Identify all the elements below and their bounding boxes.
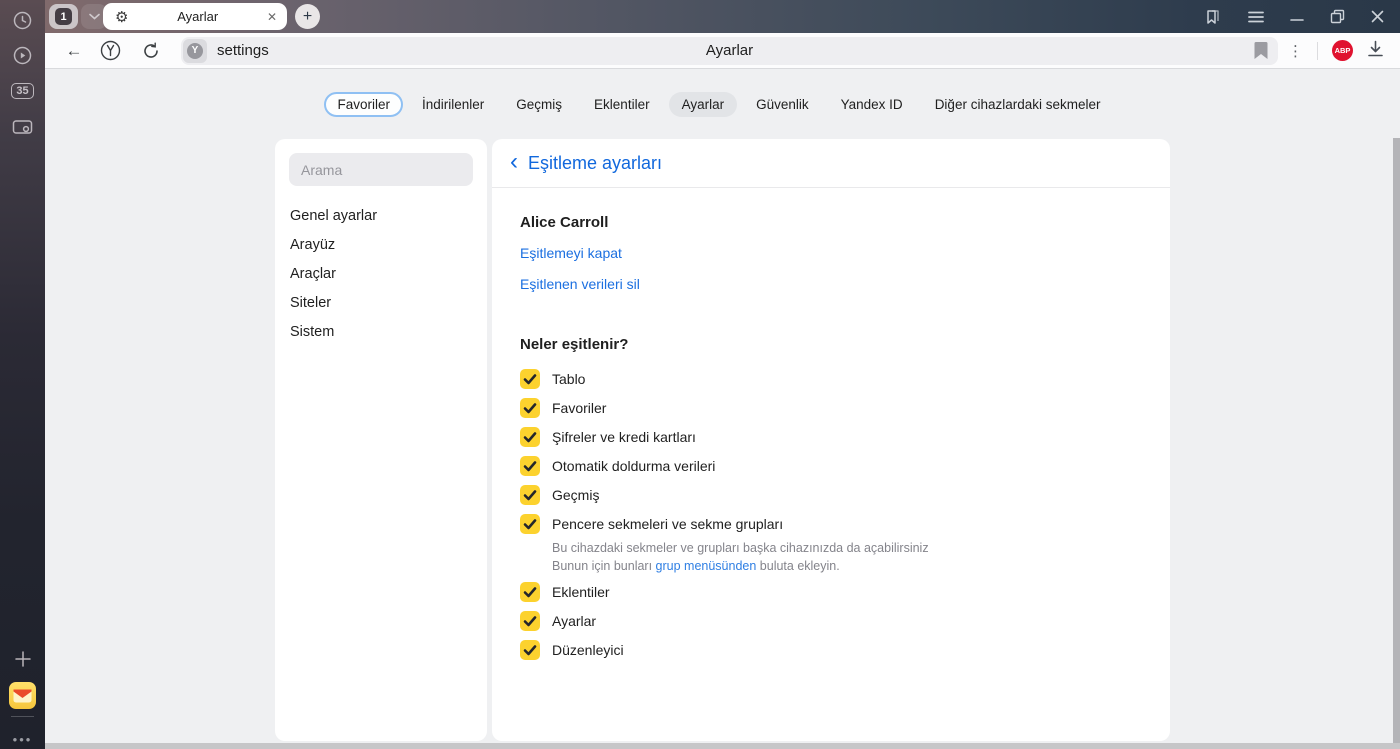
screencast-icon[interactable] (0, 110, 45, 144)
page-favicon: Y (183, 38, 207, 63)
yandex-button[interactable] (89, 40, 131, 61)
abp-label: ABP (1334, 46, 1351, 55)
sync-option-gecmis[interactable]: Geçmiş (520, 485, 1142, 505)
checkbox-checked-icon[interactable] (520, 582, 540, 602)
checkbox-checked-icon[interactable] (520, 514, 540, 534)
side-panels-icon[interactable] (1204, 8, 1222, 26)
checkbox-label: Ayarlar (552, 613, 597, 629)
sync-items-section-title: Neler eşitlenir? (520, 336, 629, 353)
page-title: Ayarlar (705, 42, 754, 59)
yandex-mail-icon[interactable] (0, 678, 45, 712)
browser-window: 35 ••• 1 ⚙ Ayarlar ✕ + ← Y settings Ayar… (0, 0, 1400, 749)
new-tab-button[interactable]: + (295, 4, 320, 29)
checkbox-checked-icon[interactable] (520, 427, 540, 447)
minimize-icon[interactable] (1290, 11, 1304, 23)
checkbox-checked-icon[interactable] (520, 456, 540, 476)
sync-option-sifreler-ve-kredi-kartlari[interactable]: Şifreler ve kredi kartları (520, 427, 1142, 447)
history-icon[interactable] (0, 3, 45, 37)
checkbox-label: Pencere sekmeleri ve sekme grupları (552, 516, 784, 532)
checkbox-checked-icon[interactable] (520, 485, 540, 505)
bookmark-flag-icon[interactable] (1254, 41, 1268, 64)
settings-sidebar-panel: Genel ayarlarArayüzAraçlarSitelerSistem (275, 139, 487, 741)
checkbox-checked-icon[interactable] (520, 640, 540, 660)
tabs-count-label: 35 (11, 83, 34, 99)
restore-window-icon[interactable] (1330, 9, 1345, 24)
checkbox-label: Tablo (552, 371, 586, 387)
url-field[interactable]: Y settings Ayarlar (181, 36, 1278, 65)
checkbox-label: Düzenleyici (552, 642, 624, 658)
sync-settings-header[interactable]: ‹ Eşitleme ayarları (492, 139, 1170, 188)
checkbox-label: Otomatik doldurma verileri (552, 458, 716, 474)
plus-icon: + (302, 7, 313, 25)
settings-menu-item-genel-ayarlar[interactable]: Genel ayarlar (275, 202, 487, 231)
settings-page: Favoriler İndirilenler Geçmiş Eklentiler Aya… (45, 69, 1400, 749)
checkbox-label: Şifreler ve kredi kartları (552, 429, 696, 445)
sync-option-eklentiler[interactable]: Eklentiler (520, 582, 1142, 602)
checkbox-checked-icon[interactable] (520, 369, 540, 389)
toolbar-divider (1317, 41, 1318, 60)
settings-menu-item-siteler[interactable]: Siteler (275, 289, 487, 318)
close-window-icon[interactable] (1371, 10, 1384, 23)
tab-count: 1 (55, 8, 72, 25)
checkbox-label: Geçmiş (552, 487, 600, 503)
play-music-icon[interactable] (0, 38, 45, 72)
account-name: Alice Carroll (520, 214, 609, 231)
nav-tab-eklentiler[interactable]: Eklentiler (581, 92, 663, 117)
sidebar-divider (11, 716, 34, 717)
settings-menu-item-araclar[interactable]: Araçlar (275, 260, 487, 289)
sync-settings-panel: ‹ Eşitleme ayarları Alice Carroll Eşitle… (492, 139, 1170, 741)
delete-synced-data-link[interactable]: Eşitlenen verileri sil (520, 276, 1142, 292)
sync-option-favoriler[interactable]: Favoriler (520, 398, 1142, 418)
nav-tab-ayarlar[interactable]: Ayarlar (668, 92, 738, 117)
nav-tab-guvenlik[interactable]: Güvenlik (743, 92, 822, 117)
checkbox-checked-icon[interactable] (520, 398, 540, 418)
reload-button[interactable] (131, 42, 171, 60)
nav-tab-yandex-id[interactable]: Yandex ID (828, 92, 916, 117)
more-options-icon[interactable]: ••• (0, 722, 45, 749)
browser-side-panel: 35 ••• (0, 0, 45, 749)
checkbox-label: Favoriler (552, 400, 607, 416)
tab-groups-button[interactable]: 1 (49, 4, 78, 29)
back-button[interactable]: ← (59, 41, 89, 61)
nav-tab-gecmis[interactable]: Geçmiş (503, 92, 575, 117)
settings-search-input[interactable] (289, 153, 473, 186)
settings-nav-tabs: Favoriler İndirilenler Geçmiş Eklentiler Aya… (45, 92, 1393, 117)
settings-menu-list: Genel ayarlar Arayüz Araçlar Siteler Sistem (275, 202, 487, 347)
settings-gear-icon: ⚙ (115, 8, 129, 26)
group-menu-link[interactable]: grup menüsünden (656, 559, 757, 573)
downloads-icon[interactable] (1367, 40, 1384, 62)
settings-menu-item-sistem[interactable]: Sistem (275, 318, 487, 347)
adblock-plus-icon[interactable]: ABP (1332, 40, 1353, 61)
add-panel-icon[interactable] (0, 642, 45, 676)
sync-option-tablo[interactable]: Tablo (520, 369, 1142, 389)
address-bar: ← Y settings Ayarlar ⋮ ABP (45, 33, 1400, 69)
horizontal-scrollbar[interactable] (45, 743, 1400, 749)
active-tab[interactable]: ⚙ Ayarlar ✕ (103, 3, 287, 30)
checkbox-label: Eklentiler (552, 584, 610, 600)
url-text: settings (217, 42, 269, 59)
sync-option-duzenleyici[interactable]: Düzenleyici (520, 640, 1142, 660)
tab-strip: 1 ⚙ Ayarlar ✕ + (45, 0, 1400, 33)
tab-close-icon[interactable]: ✕ (267, 10, 277, 24)
disable-sync-link[interactable]: Eşitlemeyi kapat (520, 245, 1142, 261)
nav-tab-favoriler[interactable]: Favoriler (324, 92, 403, 117)
back-chevron-icon[interactable]: ‹ (510, 149, 518, 173)
checkbox-description: Bu cihazdaki sekmeler ve grupları başka … (552, 541, 929, 573)
nav-tab-indirilenler[interactable]: İndirilenler (409, 92, 497, 117)
settings-menu-item-arayuz[interactable]: Arayüz (275, 231, 487, 260)
sync-option-otomatik-doldurma-verileri[interactable]: Otomatik doldurma verileri (520, 456, 1142, 476)
sync-option-ayarlar[interactable]: Ayarlar (520, 611, 1142, 631)
sync-settings-title: Eşitleme ayarları (528, 152, 663, 173)
nav-tab-diger-cihazlardaki-sekmeler[interactable]: Diğer cihazlardaki sekmeler (922, 92, 1114, 117)
tab-title: Ayarlar (177, 9, 219, 24)
tabs-count-badge[interactable]: 35 (0, 74, 45, 108)
menu-hamburger-icon[interactable] (1248, 11, 1264, 23)
checkbox-checked-icon[interactable] (520, 611, 540, 631)
vertical-scrollbar[interactable] (1393, 138, 1400, 749)
sync-checkbox-list: Tablo Favoriler Şifreler ve kredi kartları… (520, 369, 1142, 660)
extensions-kebab-icon[interactable]: ⋮ (1288, 42, 1303, 60)
sync-option-pencere-sekmeleri-ve-sekme-gruplari[interactable]: Pencere sekmeleri ve sekme grupları (520, 514, 1142, 534)
